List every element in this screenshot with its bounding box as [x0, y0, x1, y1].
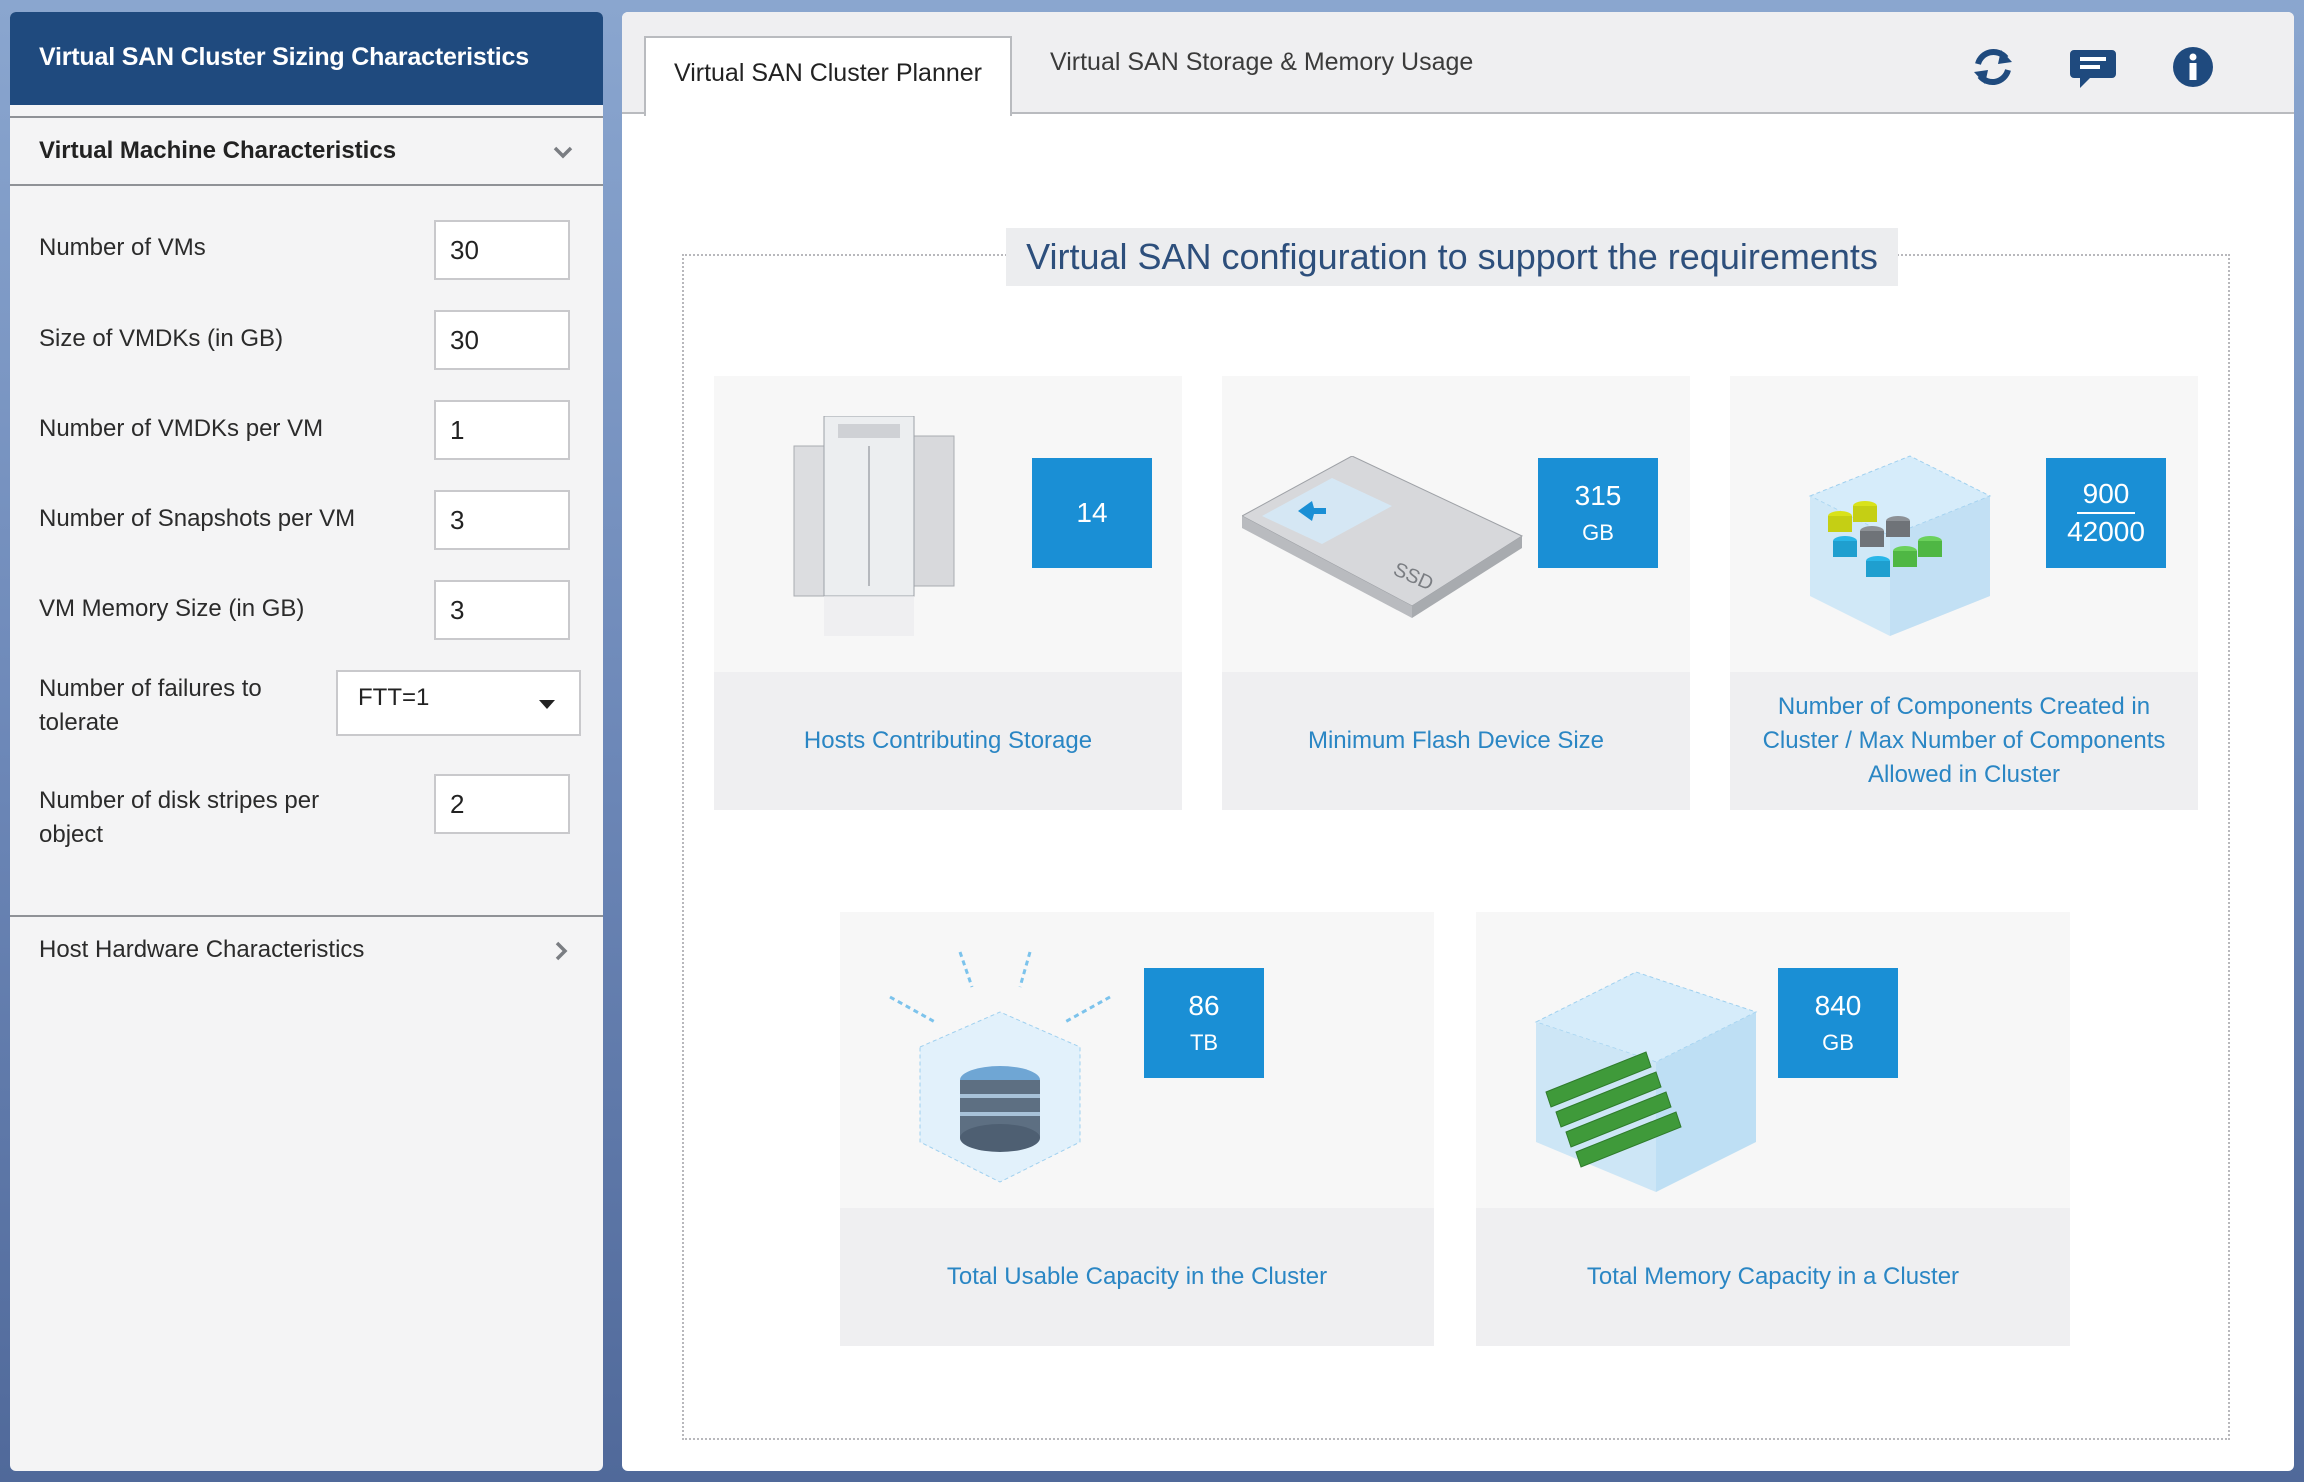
chevron-right-icon — [555, 941, 568, 961]
memory-capacity-card: 840 GB Total Memory Capacity in a Cluste… — [1476, 912, 2070, 1346]
ssd-icon: SSD — [1242, 456, 1524, 618]
snapshots-label: Number of Snapshots per VM — [39, 505, 356, 532]
disk-stripes-label-line2: object — [39, 821, 104, 848]
components-card: 900 42000 Number of Components Created i… — [1730, 376, 2198, 810]
vm-memory-label: VM Memory Size (in GB) — [39, 595, 305, 622]
tab-storage-memory-usage[interactable]: Virtual SAN Storage & Memory Usage — [1050, 12, 1473, 112]
disk-stripes-label-line1: Number of disk stripes per — [39, 787, 320, 814]
components-caption: Number of Components Created in Cluster … — [1730, 672, 2198, 810]
flash-value: 315 — [1574, 480, 1622, 511]
ftt-label: Number of failures to tolerate — [39, 672, 262, 740]
usable-capacity-card: 86 TB Total Usable Capacity in the Clust… — [840, 912, 1434, 1346]
ftt-select-value: FTT=1 — [358, 684, 430, 711]
refresh-icon[interactable] — [1968, 42, 2018, 92]
panel-title: Virtual SAN Cluster Sizing Characteristi… — [10, 12, 603, 105]
memory-capacity-caption: Total Memory Capacity in a Cluster — [1476, 1208, 2070, 1346]
usable-capacity-unit: TB — [1189, 1030, 1219, 1055]
disk-stripes-input[interactable]: 2 — [434, 774, 570, 834]
memory-cube-icon — [1534, 971, 1758, 1192]
hosts-caption: Hosts Contributing Storage — [714, 672, 1182, 810]
sizing-panel: Virtual SAN Cluster Sizing Characteristi… — [10, 12, 603, 1471]
memory-capacity-value: 840 — [1814, 990, 1862, 1021]
components-created-value: 900 — [2076, 478, 2136, 514]
vmdks-per-vm-input[interactable]: 1 — [434, 400, 570, 460]
chevron-down-icon — [553, 146, 573, 159]
num-vms-input[interactable]: 30 — [434, 220, 570, 280]
components-value-badge: 900 42000 — [2046, 458, 2166, 568]
usable-capacity-value: 86 — [1188, 990, 1220, 1021]
flash-caption: Minimum Flash Device Size — [1222, 672, 1690, 810]
vm-memory-input[interactable]: 3 — [434, 580, 570, 640]
configuration-title: Virtual SAN configuration to support the… — [1006, 228, 1898, 286]
comment-icon[interactable] — [2068, 42, 2118, 92]
tab-bar: Virtual SAN Cluster Planner Virtual SAN … — [622, 12, 2294, 116]
hosts-value-badge: 14 — [1032, 458, 1152, 568]
hosts-value: 14 — [1076, 497, 1108, 528]
ftt-label-line1: Number of failures to — [39, 675, 262, 702]
snapshots-input[interactable]: 3 — [434, 490, 570, 550]
planner-panel: Virtual SAN Cluster Planner Virtual SAN … — [622, 12, 2294, 1471]
vmdk-size-input[interactable]: 30 — [434, 310, 570, 370]
memory-capacity-unit: GB — [1822, 1030, 1854, 1055]
usable-capacity-caption: Total Usable Capacity in the Cluster — [840, 1208, 1434, 1346]
section-title: Virtual Machine Characteristics — [39, 137, 397, 164]
tab-cluster-planner[interactable]: Virtual SAN Cluster Planner — [644, 36, 1012, 116]
disk-stripes-label: Number of disk stripes per object — [39, 784, 319, 852]
host-hardware-section-header[interactable]: Host Hardware Characteristics — [10, 915, 603, 985]
server-icon — [793, 416, 955, 636]
memory-capacity-value-badge: 840 GB — [1778, 968, 1898, 1078]
components-cube-icon — [1808, 455, 1992, 636]
flash-value-badge: 315 GB — [1538, 458, 1658, 568]
dropdown-arrow-icon — [539, 700, 555, 709]
vmdks-per-vm-label: Number of VMDKs per VM — [39, 415, 324, 442]
section-title: Host Hardware Characteristics — [39, 936, 365, 963]
flash-device-card: SSD 315 GB Minimum Flash Device Size — [1222, 376, 1690, 810]
num-vms-label: Number of VMs — [39, 234, 206, 261]
info-icon[interactable] — [2168, 42, 2218, 92]
usable-capacity-value-badge: 86 TB — [1144, 968, 1264, 1078]
vm-characteristics-section-header[interactable]: Virtual Machine Characteristics — [10, 116, 603, 186]
datastore-icon — [889, 951, 1111, 1183]
flash-unit: GB — [1582, 520, 1614, 545]
ftt-label-line2: tolerate — [39, 709, 120, 736]
hosts-card: 14 Hosts Contributing Storage — [714, 376, 1182, 810]
components-max-value: 42000 — [2067, 516, 2145, 547]
card-image-area — [1476, 912, 2070, 1208]
vmdk-size-label: Size of VMDKs (in GB) — [39, 325, 284, 352]
card-image-area — [840, 912, 1434, 1208]
ftt-select[interactable]: FTT=1 — [336, 670, 581, 736]
